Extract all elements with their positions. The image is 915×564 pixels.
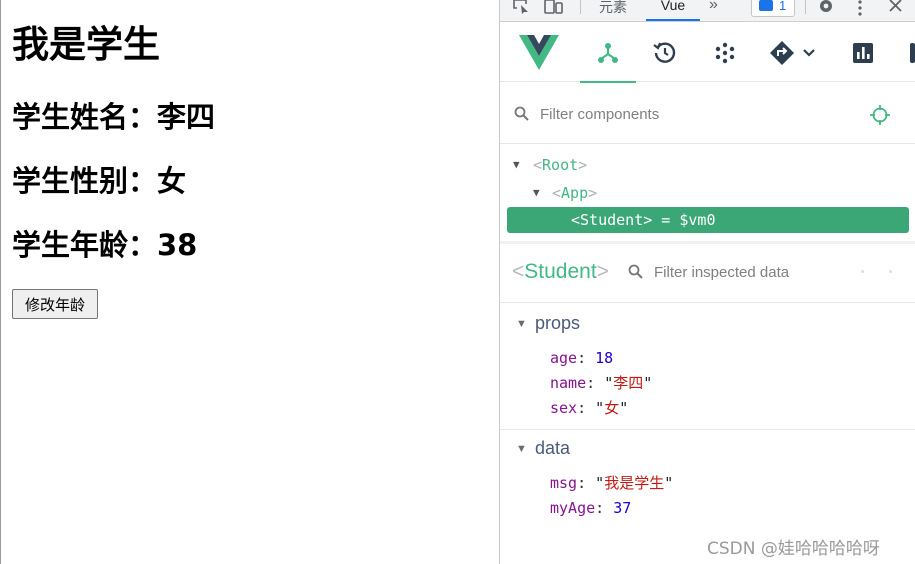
filter-inspected-data-input[interactable]	[654, 260, 854, 284]
open-in-editor-icon[interactable]	[889, 270, 892, 273]
section-divider	[500, 429, 915, 430]
expand-caret-icon[interactable]: ▼	[533, 180, 540, 206]
vue-logo-icon	[514, 23, 564, 82]
prop-age-row[interactable]: age: 18	[550, 346, 613, 370]
student-sex-line: 学生性别：女	[12, 164, 187, 198]
plugins-icon[interactable]	[700, 23, 750, 82]
component-filter-bar	[500, 84, 915, 144]
inspect-element-icon[interactable]	[512, 0, 530, 18]
prop-name-row[interactable]: name: "李四"	[550, 371, 652, 395]
select-component-target-icon[interactable]	[869, 104, 891, 126]
csdn-watermark: CSDN @娃哈哈哈哈呀	[707, 539, 880, 559]
timeline-icon[interactable]	[640, 23, 690, 82]
data-msg-row[interactable]: msg: "我是学生"	[550, 471, 673, 495]
filter-components-input[interactable]	[540, 102, 860, 126]
devtools-panel: 元素 Vue » 1 Filter components ▼ <Root> ▼ …	[499, 0, 915, 564]
student-name-line: 学生姓名：李四	[12, 100, 216, 134]
data-section-header[interactable]: ▼ data	[500, 435, 915, 465]
tree-node-label: <App>	[552, 184, 598, 202]
issues-badge[interactable]: 1	[751, 0, 795, 17]
device-toolbar-icon[interactable]	[544, 0, 564, 18]
props-section-title: props	[535, 313, 581, 333]
more-tabs-icon[interactable]: »	[709, 0, 718, 14]
app-page: 我是学生 学生姓名：李四 学生性别：女 学生年龄：38 修改年龄	[0, 0, 499, 564]
tab-separator	[805, 0, 806, 14]
expand-caret-icon[interactable]: ▼	[516, 318, 527, 330]
close-devtools-icon[interactable]	[888, 0, 902, 18]
search-icon	[514, 106, 530, 127]
more-options-icon[interactable]	[857, 0, 863, 18]
props-section-header[interactable]: ▼ props	[500, 310, 915, 340]
student-age-line: 学生年龄：38	[12, 228, 198, 262]
tree-node-root[interactable]: ▼ <Root>	[507, 152, 909, 178]
issues-icon	[759, 0, 773, 11]
inspected-component-name: <Student>	[512, 260, 609, 283]
devtools-tab-bar: 元素 Vue » 1	[500, 0, 915, 22]
data-section-title: data	[535, 438, 571, 458]
scroll-into-view-icon[interactable]	[861, 270, 864, 273]
issues-count: 1	[779, 0, 787, 13]
search-icon	[628, 264, 644, 285]
tree-node-student-selected[interactable]: <Student> = $vm0	[507, 207, 909, 233]
tree-node-app[interactable]: ▼ <App>	[507, 180, 909, 206]
tab-elements[interactable]: 元素	[599, 0, 627, 17]
vue-devtools-toolbar	[500, 23, 915, 83]
expand-caret-icon[interactable]: ▼	[516, 443, 527, 455]
settings-gear-icon[interactable]	[817, 0, 835, 18]
routing-icon[interactable]	[762, 23, 824, 82]
tab-separator	[580, 0, 581, 14]
expand-caret-icon[interactable]: ▼	[513, 152, 520, 178]
components-tree-icon[interactable]	[580, 23, 636, 83]
tab-vue[interactable]: Vue	[646, 0, 700, 21]
prop-sex-row[interactable]: sex: "女"	[550, 396, 628, 420]
performance-icon[interactable]	[838, 23, 888, 82]
inspector-header: <Student>	[500, 244, 915, 303]
data-myage-row[interactable]: myAge: 37	[550, 496, 631, 520]
tree-node-label: <Root>	[533, 156, 588, 174]
tree-node-label: <Student> = $vm0	[571, 211, 716, 229]
change-age-button[interactable]: 修改年龄	[12, 289, 98, 319]
overflow-icon[interactable]	[906, 23, 915, 82]
student-heading: 我是学生	[12, 23, 160, 66]
